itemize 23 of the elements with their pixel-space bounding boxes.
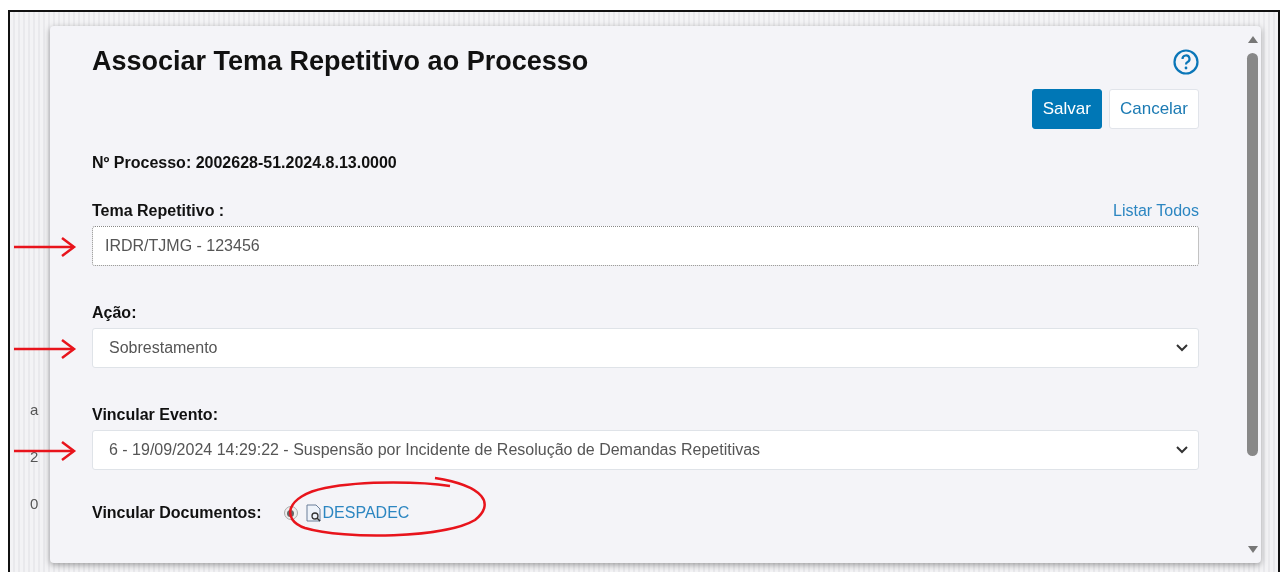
background-text: a (30, 401, 40, 418)
document-link[interactable]: DESPADEC (305, 504, 410, 522)
cancel-button[interactable]: Cancelar (1108, 89, 1199, 129)
select-field[interactable]: 6 - 19/09/2024 14:29:22 - Suspensão por Incidente de Resolução de Demandas Repetitivas (92, 430, 1199, 470)
document-search-icon (305, 504, 322, 522)
field-label: Ação: (92, 304, 137, 322)
input-field[interactable]: IRDR/TJMG - 123456 (92, 226, 1199, 266)
field-label: Vincular Evento: (92, 406, 218, 424)
background-text: 2 (30, 448, 40, 465)
chevron-down-icon (1176, 446, 1188, 454)
field-label: Vincular Documentos: (92, 504, 262, 522)
dialog-title: Associar Tema Repetitivo ao Processo (92, 46, 589, 77)
help-icon[interactable] (1173, 48, 1199, 75)
field-label: Tema Repetitivo : (92, 202, 225, 220)
list-all-link[interactable]: Listar Todos (1113, 202, 1199, 220)
scroll-down-icon[interactable] (1247, 546, 1258, 553)
select-field[interactable]: Sobrestamento (92, 328, 1199, 368)
process-number: Nº Processo: 2002628-51.2024.8.13.0000 (92, 154, 398, 172)
save-button[interactable]: Salvar (1031, 89, 1102, 129)
background-text: 0 (30, 495, 40, 512)
chevron-down-icon (1176, 344, 1188, 352)
scrollbar-thumb[interactable] (1247, 53, 1258, 456)
scroll-up-icon[interactable] (1247, 36, 1258, 43)
